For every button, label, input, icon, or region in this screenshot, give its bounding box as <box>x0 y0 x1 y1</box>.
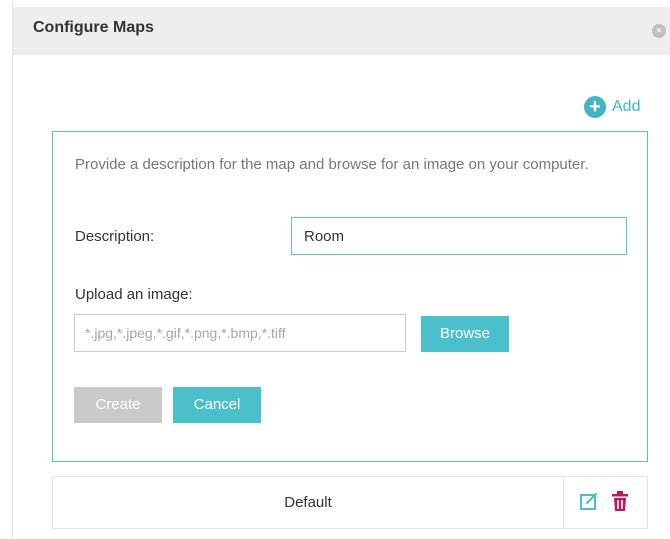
file-path-input[interactable] <box>74 314 406 352</box>
plus-circle-icon: + <box>584 96 606 118</box>
description-input[interactable] <box>291 217 627 255</box>
upload-label: Upload an image: <box>75 286 193 303</box>
create-button[interactable]: Create <box>74 387 162 423</box>
map-name[interactable]: Default <box>53 477 563 528</box>
description-label: Description: <box>75 228 155 245</box>
row-divider <box>563 477 564 528</box>
close-icon[interactable]: × <box>652 24 666 38</box>
add-label: Add <box>612 98 641 115</box>
new-map-form: Provide a description for the map and br… <box>52 131 648 462</box>
form-instructions: Provide a description for the map and br… <box>75 156 589 173</box>
left-edge <box>0 0 13 539</box>
cancel-button[interactable]: Cancel <box>173 387 261 423</box>
trash-icon[interactable] <box>610 490 630 512</box>
edit-icon[interactable] <box>579 491 599 511</box>
map-list-item: Default <box>52 476 648 529</box>
add-map-button[interactable]: + Add <box>584 95 640 119</box>
browse-button[interactable]: Browse <box>421 316 509 352</box>
dialog-title: Configure Maps <box>33 19 154 36</box>
dialog-header: Configure Maps <box>13 7 670 55</box>
configure-maps-dialog: Configure Maps × + Add Provide a descrip… <box>0 0 670 539</box>
